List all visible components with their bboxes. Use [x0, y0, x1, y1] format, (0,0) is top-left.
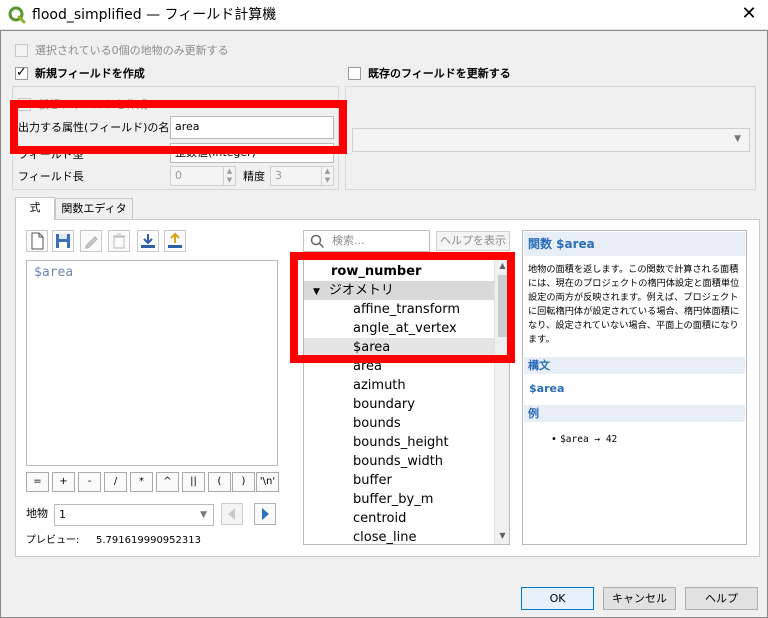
preview-label: プレビュー: [26, 535, 80, 546]
close-window-button[interactable]: ✕ [738, 4, 760, 26]
help-example-item: • $area → 42 [551, 434, 618, 445]
next-feature-button[interactable] [254, 503, 276, 525]
chevron-down-icon: ▼ [200, 510, 207, 520]
new-file-icon[interactable] [26, 230, 48, 252]
tree-item-bounds-width[interactable]: bounds_width [304, 452, 494, 471]
search-icon [310, 234, 325, 249]
save-icon[interactable] [52, 230, 74, 252]
operator-plus-button[interactable]: + [52, 472, 75, 492]
tree-item-bounds[interactable]: bounds [304, 414, 494, 433]
precision-label: 精度 [243, 170, 265, 183]
operator-close-paren-button[interactable]: ) [232, 472, 255, 492]
tab-expression[interactable]: 式 [15, 197, 55, 220]
precision-spinbox[interactable]: 3 ▲ ▼ [270, 166, 334, 186]
scroll-down-icon[interactable]: ▼ [495, 531, 509, 540]
existing-field-select[interactable]: ▼ [352, 128, 750, 152]
export-icon[interactable] [164, 230, 186, 252]
update-existing-field-label: 既存のフィールドを更新する [368, 67, 511, 80]
help-syntax-header: 構文 [524, 357, 745, 374]
previous-feature-button[interactable] [221, 503, 243, 525]
window-title: flood_simplified — フィールド計算機 [32, 7, 277, 23]
function-help-panel: 関数 $area 地物の面積を返します。この関数で計算される面積には、現在のプロ… [522, 230, 747, 545]
delete-icon[interactable] [108, 230, 130, 252]
chevron-down-icon: ▼ [734, 134, 741, 144]
tree-item-centroid[interactable]: centroid [304, 509, 494, 528]
preview-value: 5.791619990952313 [96, 535, 201, 546]
tree-item-bounds-height[interactable]: bounds_height [304, 433, 494, 452]
operator-power-button[interactable]: ^ [156, 472, 179, 492]
cancel-button[interactable]: キャンセル [603, 587, 676, 610]
operator-minus-button[interactable]: - [78, 472, 101, 492]
next-arrow-icon [262, 508, 269, 520]
function-search-input[interactable]: 検索... [303, 230, 430, 252]
operator-concat-button[interactable]: || [182, 472, 205, 492]
ok-button[interactable]: OK [521, 587, 594, 610]
field-length-value: 0 [175, 169, 182, 182]
tree-item-boundary[interactable]: boundary [304, 395, 494, 414]
feature-label: 地物 [26, 507, 48, 520]
update-selected-label: 選択されている0個の地物のみ更新する [35, 44, 229, 57]
create-new-field-checkbox[interactable] [15, 65, 28, 80]
precision-spin-arrows[interactable]: ▲ ▼ [321, 167, 333, 185]
previous-arrow-icon [228, 508, 235, 520]
help-description: 地物の面積を返します。この関数で計算される面積には、現在のプロジェクトの楕円体設… [528, 264, 740, 345]
update-existing-field-checkbox[interactable] [348, 67, 361, 80]
highlight-output-name [10, 100, 347, 154]
title-bar: flood_simplified — フィールド計算機 ✕ [0, 0, 768, 30]
tree-item-azimuth[interactable]: azimuth [304, 376, 494, 395]
precision-value: 3 [275, 169, 282, 182]
operator-multiply-button[interactable]: * [130, 472, 153, 492]
update-selected-checkbox[interactable] [15, 44, 28, 57]
tree-item-buffer[interactable]: buffer [304, 471, 494, 490]
tree-item-close-line[interactable]: close_line [304, 528, 494, 544]
operator-divide-button[interactable]: / [104, 472, 127, 492]
operator-equals-button[interactable]: = [26, 472, 49, 492]
highlight-function-list [290, 252, 515, 363]
operator-newline-button[interactable]: '\n' [256, 472, 279, 492]
feature-select[interactable]: 1 ▼ [54, 504, 214, 526]
operator-open-paren-button[interactable]: ( [208, 472, 231, 492]
help-examples-header: 例 [524, 405, 745, 422]
field-length-spin-arrows[interactable]: ▲ ▼ [223, 167, 235, 185]
tree-item-buffer-by-m[interactable]: buffer_by_m [304, 490, 494, 509]
feature-value: 1 [59, 508, 66, 521]
field-length-label: フィールド長 [18, 170, 84, 183]
help-button[interactable]: ヘルプ [685, 587, 758, 610]
search-placeholder: 検索... [332, 234, 365, 247]
load-icon[interactable] [137, 230, 159, 252]
show-help-button[interactable]: ヘルプを表示 [436, 231, 510, 251]
help-title: 関数 $area [524, 232, 745, 256]
edit-icon[interactable] [80, 230, 102, 252]
field-length-spinbox[interactable]: 0 ▲ ▼ [170, 166, 236, 186]
tab-function-editor[interactable]: 関数エディタ [55, 198, 133, 220]
help-syntax: $area [529, 382, 565, 395]
expression-editor[interactable]: $area [26, 260, 278, 466]
qgis-icon [8, 6, 26, 24]
create-new-field-label: 新規フィールドを作成 [35, 67, 145, 80]
expression-text: $area [34, 265, 74, 280]
bullet-icon: • [551, 434, 561, 445]
